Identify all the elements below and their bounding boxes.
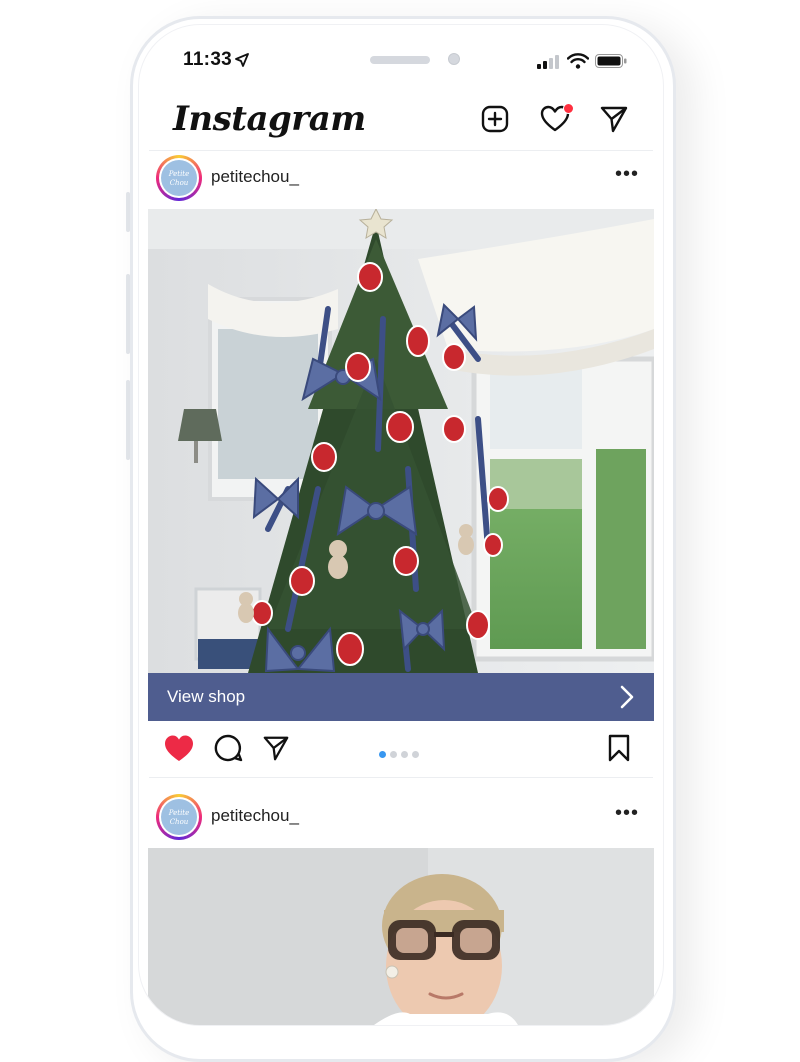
status-time: 11:33 (183, 49, 233, 70)
post-header: Petite Chou petitechou_ ••• (139, 792, 663, 848)
view-shop-label: View shop (167, 687, 246, 706)
wifi-icon (567, 53, 589, 69)
more-options-icon[interactable]: ••• (615, 163, 639, 186)
avatar-image: Petite Chou (161, 160, 197, 196)
speaker-grille (370, 56, 430, 64)
status-bar: 11:33 (139, 25, 663, 95)
view-shop-button[interactable]: View shop (148, 673, 654, 721)
carousel-dot (390, 751, 397, 758)
heart-filled-icon[interactable] (163, 733, 195, 763)
instagram-logo[interactable]: Instagram (173, 99, 366, 139)
post-photo[interactable] (148, 209, 654, 673)
more-options-icon[interactable]: ••• (615, 802, 639, 825)
carousel-dot (401, 751, 408, 758)
phone-screen: 11:33 Instagram Petite Chou petitechou_ … (138, 24, 664, 1026)
carousel-dot (412, 751, 419, 758)
battery-icon (595, 54, 627, 68)
location-arrow-icon (235, 53, 249, 67)
chevron-right-icon (620, 685, 634, 709)
cellular-signal-icon (537, 55, 559, 69)
post-header: Petite Chou petitechou_ ••• (139, 153, 663, 209)
post-divider (149, 777, 653, 778)
carousel-dot-active (379, 751, 386, 758)
header-divider (149, 150, 653, 151)
send-icon[interactable] (261, 733, 291, 763)
avatar-border: Petite Chou (159, 797, 199, 837)
comment-icon[interactable] (213, 733, 243, 763)
post-actions (139, 727, 663, 771)
avatar-border: Petite Chou (159, 158, 199, 198)
avatar[interactable]: Petite Chou (156, 155, 202, 201)
post-username[interactable]: petitechou_ (211, 167, 299, 187)
christmas-tree-photo (148, 209, 654, 673)
avatar[interactable]: Petite Chou (156, 794, 202, 840)
portrait-photo (148, 848, 654, 1025)
plus-square-icon[interactable] (479, 103, 511, 135)
post-photo[interactable] (148, 848, 654, 1025)
notification-dot (563, 103, 574, 114)
front-camera (448, 53, 460, 65)
send-icon[interactable] (598, 103, 630, 135)
app-header: Instagram (139, 95, 663, 155)
avatar-image: Petite Chou (161, 799, 197, 835)
carousel-indicator (379, 745, 423, 763)
post-username[interactable]: petitechou_ (211, 806, 299, 826)
bookmark-icon[interactable] (607, 733, 631, 763)
